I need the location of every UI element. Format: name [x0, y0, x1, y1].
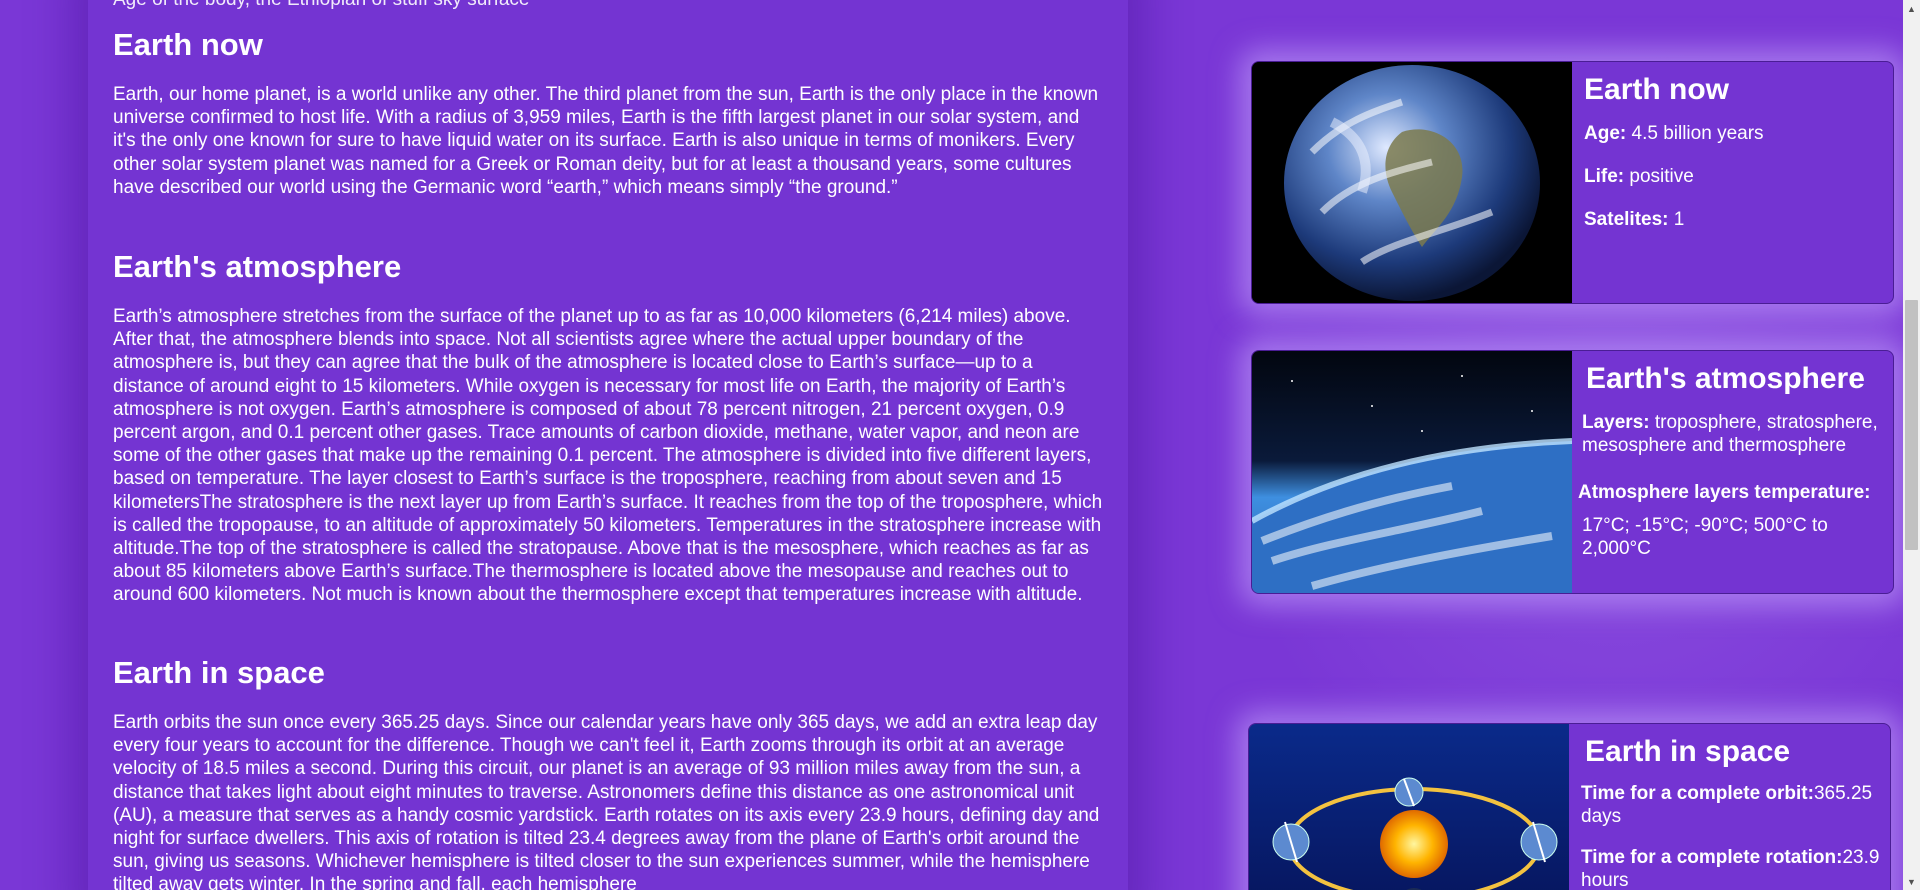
info-card-earth-now: Earth now Age: 4.5 billion years Life: p…: [1251, 61, 1894, 304]
card-title: Earth now: [1584, 73, 1730, 106]
row-label: Life:: [1584, 166, 1625, 187]
section-earth-atmosphere: Earth's atmosphere Earth’s atmosphere st…: [113, 249, 1103, 607]
card-row-rotation: Time for a complete rotation:23.9 hours: [1581, 846, 1882, 890]
card-info: Earth now Age: 4.5 billion years Life: p…: [1572, 62, 1893, 303]
card-info: Earth's atmosphere Layers: troposphere, …: [1572, 351, 1893, 593]
section-body: Earth, our home planet, is a world unlik…: [113, 84, 1099, 198]
card-row-orbit: Time for a complete orbit:365.25 days: [1581, 782, 1882, 828]
scrollbar-thumb[interactable]: [1905, 300, 1918, 550]
section-body: Earth’s atmosphere stretches from the su…: [113, 306, 1103, 606]
row-value: 1: [1668, 209, 1685, 230]
clipped-text-line: Age of the body, the Ethiopian of stuff …: [113, 0, 530, 11]
card-title: Earth's atmosphere: [1586, 362, 1865, 395]
row-value: positive: [1624, 166, 1694, 187]
temperature-value: 17°C; -15°C; -90°C; 500°C to 2,000°C: [1582, 515, 1828, 559]
card-info: Earth in space Time for a complete orbit…: [1569, 724, 1890, 890]
info-card-earth-atmosphere: Earth's atmosphere Layers: troposphere, …: [1251, 350, 1894, 594]
section-heading: Earth's atmosphere: [113, 249, 402, 284]
article-column: Age of the body, the Ethiopian of stuff …: [88, 0, 1128, 890]
row-label: Layers:: [1582, 412, 1650, 433]
earth-globe-image: [1252, 62, 1572, 303]
scroll-down-arrow-icon[interactable]: ▼: [1903, 873, 1920, 890]
row-label: Time for a complete orbit:: [1581, 783, 1814, 804]
card-row-satelites: Satelites: 1: [1584, 208, 1885, 231]
section-heading: Earth in space: [113, 655, 325, 690]
card-row-age: Age: 4.5 billion years: [1584, 122, 1885, 145]
section-earth-in-space: Earth in space Earth orbits the sun once…: [113, 655, 1103, 890]
section-earth-now: Earth now Earth, our home planet, is a w…: [113, 27, 1103, 199]
atmosphere-image: [1252, 351, 1572, 593]
card-row-life: Life: positive: [1584, 165, 1885, 188]
row-value: 4.5 billion years: [1626, 123, 1764, 144]
row-label: Satelites:: [1584, 209, 1669, 230]
info-card-earth-in-space: Earth in space Time for a complete orbit…: [1248, 723, 1891, 890]
card-row-layers: Layers: troposphere, stratosphere, mesos…: [1582, 411, 1885, 457]
temperature-label: Atmosphere layers temperature:: [1578, 482, 1871, 503]
row-label: Time for a complete rotation:: [1581, 847, 1843, 868]
vertical-scrollbar[interactable]: ▲ ▼: [1903, 0, 1920, 890]
row-label: Age:: [1584, 123, 1627, 144]
card-title: Earth in space: [1585, 735, 1791, 768]
section-body: Earth orbits the sun once every 365.25 d…: [113, 712, 1100, 890]
earth-orbit-image: [1249, 724, 1569, 890]
section-heading: Earth now: [113, 27, 263, 62]
scroll-up-arrow-icon[interactable]: ▲: [1903, 0, 1920, 17]
